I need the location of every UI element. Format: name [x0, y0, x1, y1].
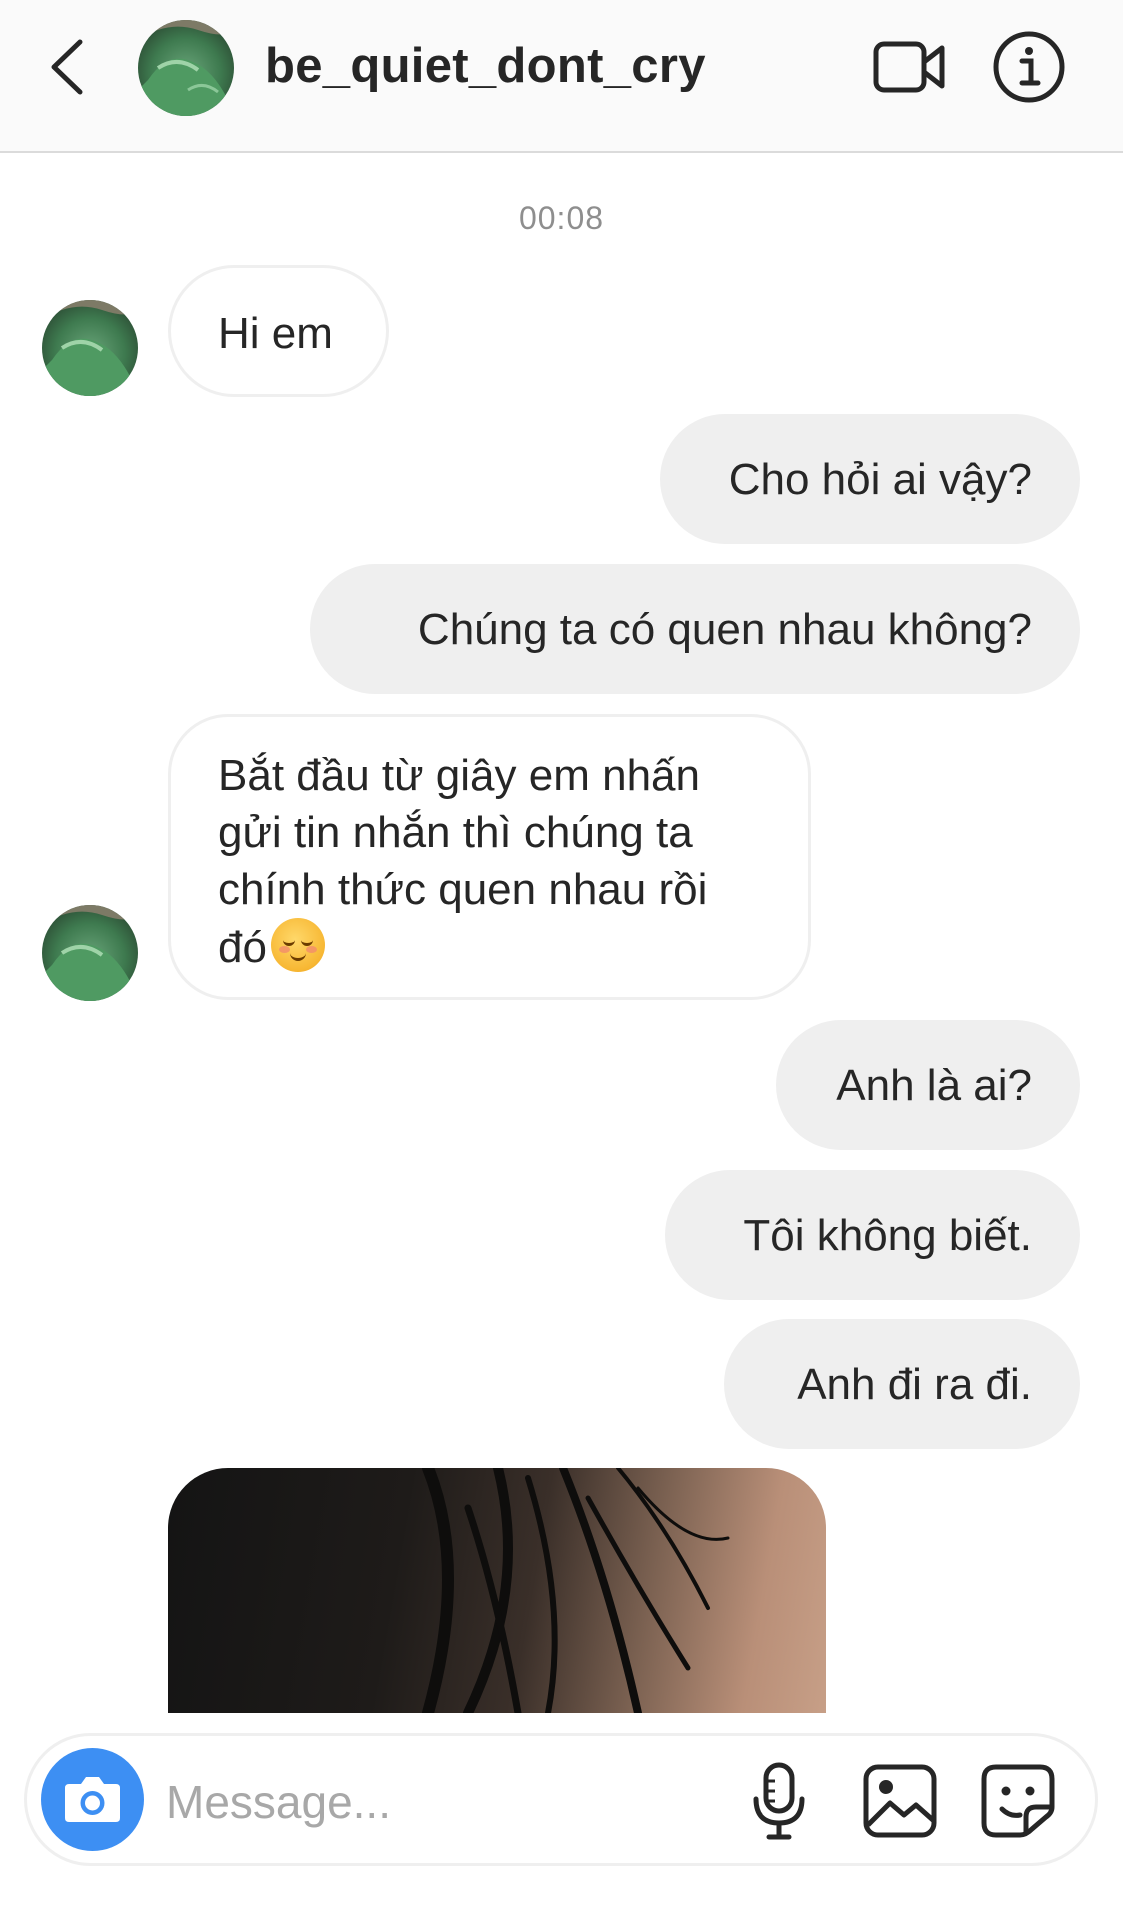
- avatar-image: [138, 20, 234, 116]
- chevron-left-icon: [51, 39, 83, 95]
- message-input[interactable]: [164, 1766, 728, 1838]
- info-button[interactable]: [992, 30, 1066, 104]
- message-text: đó: [218, 923, 267, 972]
- message-bubble-outgoing[interactable]: Cho hỏi ai vậy?: [660, 414, 1080, 544]
- smiling-face-emoji: [270, 918, 325, 972]
- message-composer: [24, 1733, 1098, 1866]
- avatar-image: [42, 905, 138, 1001]
- sender-avatar[interactable]: [42, 905, 138, 1001]
- message-text: Cho hỏi ai vậy?: [728, 455, 1032, 504]
- message-bubble-outgoing[interactable]: Tôi không biết.: [665, 1170, 1080, 1300]
- camera-button[interactable]: [41, 1748, 144, 1851]
- conversation-username[interactable]: be_quiet_dont_cry: [265, 38, 706, 94]
- message-text: Tôi không biết.: [743, 1211, 1032, 1260]
- image-icon: [863, 1764, 937, 1838]
- message-bubble-incoming[interactable]: Hi em: [168, 265, 389, 397]
- message-text-line: gửi tin nhắn thì chúng ta: [218, 808, 693, 857]
- gallery-button[interactable]: [862, 1763, 938, 1839]
- info-icon: [993, 31, 1065, 103]
- video-camera-icon: [873, 41, 945, 93]
- microphone-icon: [753, 1762, 805, 1840]
- sticker-icon: [981, 1764, 1055, 1838]
- message-text: Anh đi ra đi.: [797, 1360, 1032, 1409]
- message-text: Chúng ta có quen nhau không?: [417, 605, 1032, 654]
- video-call-button[interactable]: [872, 36, 948, 98]
- message-text-line: chính thức quen nhau rồi: [218, 865, 708, 914]
- chat-header: be_quiet_dont_cry: [0, 0, 1123, 153]
- message-bubble-incoming[interactable]: Bắt đầu từ giây em nhấn gửi tin nhắn thì…: [168, 714, 811, 1000]
- message-text: Hi em: [218, 309, 333, 358]
- message-text: Anh là ai?: [836, 1061, 1032, 1110]
- message-text-line: đó: [218, 918, 760, 976]
- voice-message-button[interactable]: [749, 1761, 809, 1841]
- avatar-image: [42, 300, 138, 396]
- message-bubble-outgoing[interactable]: Chúng ta có quen nhau không?: [310, 564, 1080, 694]
- message-bubble-outgoing[interactable]: Anh là ai?: [776, 1020, 1080, 1150]
- sticker-button[interactable]: [980, 1763, 1056, 1839]
- message-timestamp: 00:08: [518, 200, 605, 236]
- photo-image: [422, 1468, 730, 1713]
- sender-avatar[interactable]: [42, 300, 138, 396]
- camera-icon: [65, 1777, 120, 1822]
- message-bubble-outgoing[interactable]: Anh đi ra đi.: [724, 1319, 1080, 1449]
- header-avatar[interactable]: [138, 20, 234, 116]
- photo-message[interactable]: [168, 1468, 826, 1713]
- back-button[interactable]: [44, 38, 90, 96]
- message-text-line: Bắt đầu từ giây em nhấn: [218, 751, 700, 800]
